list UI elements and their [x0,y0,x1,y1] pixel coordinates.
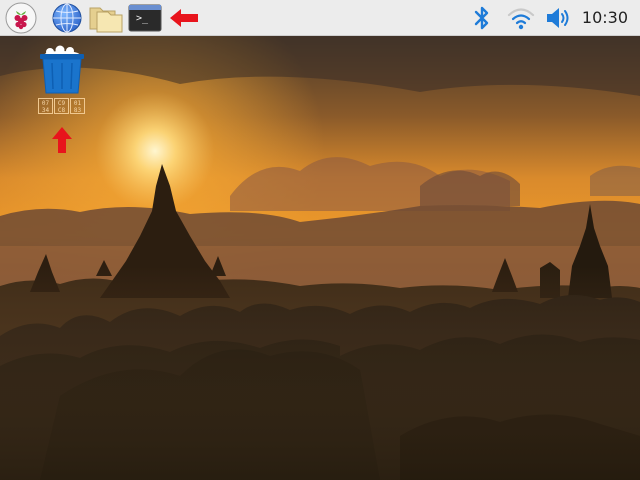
volume-icon [547,8,569,28]
raspberry-pi-logo-icon [5,2,37,34]
wifi-button[interactable] [505,2,537,34]
trash-bin-icon [40,45,84,94]
red-up-arrow-annotation [52,127,72,153]
bluetooth-icon [474,6,489,30]
web-browser-button[interactable] [50,2,84,34]
terminal-button[interactable]: >_ [128,2,162,34]
wifi-icon [507,8,535,30]
missing-glyph-box: 01 83 [70,98,85,114]
red-left-arrow-annotation [170,9,198,27]
bluetooth-button[interactable] [470,2,494,34]
taskbar: >_ 10:30 [0,0,640,36]
trash-label: 07 34 C9 C8 01 83 [38,98,90,116]
wallpaper-sunset-temples [0,36,640,480]
menu-button[interactable] [4,2,38,34]
globe-icon [52,3,82,33]
missing-glyph-box: C9 C8 [54,98,69,114]
file-manager-button[interactable] [89,2,123,34]
folder-icon [89,7,123,33]
volume-button[interactable] [543,2,575,34]
desktop[interactable]: 07 34 C9 C8 01 83 [0,36,640,480]
missing-glyph-box: 07 34 [38,98,53,114]
clock[interactable]: 10:30 [582,0,628,36]
terminal-prompt-text: >_ [136,13,149,24]
